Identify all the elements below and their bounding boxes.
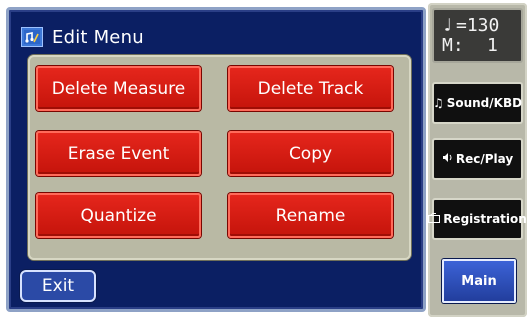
sound-kbd-button[interactable]: ♫ Sound/KBD [432, 82, 523, 124]
tempo-row: ♩ =130 [442, 17, 499, 35]
registration-button[interactable]: Registration [428, 198, 527, 240]
speaker-icon [442, 152, 453, 166]
screen-title-row: Edit Menu [21, 24, 144, 50]
rename-button[interactable]: Rename [228, 193, 393, 238]
exit-button[interactable]: Exit [20, 270, 96, 302]
delete-measure-button[interactable]: Delete Measure [36, 66, 201, 111]
page-title: Edit Menu [52, 26, 144, 48]
measure-row: M: 1 [442, 37, 498, 55]
note-edit-icon [21, 27, 43, 47]
rec-play-button[interactable]: Rec/Play [432, 138, 523, 180]
erase-event-button[interactable]: Erase Event [36, 131, 201, 176]
device-panel: Edit Menu Delete Measure Delete Track Er… [0, 0, 529, 320]
main-button[interactable]: Main [442, 259, 516, 303]
quantize-button[interactable]: Quantize [36, 193, 201, 238]
quarter-note-icon: ♩ [442, 15, 453, 36]
tempo-value: =130 [456, 15, 500, 36]
sound-kbd-label: Sound/KBD [446, 96, 523, 110]
measure-label: M: [442, 35, 464, 56]
copy-button[interactable]: Copy [228, 131, 393, 176]
tempo-display: ♩ =130 M: 1 [432, 8, 523, 63]
music-note-icon: ♫ [432, 96, 444, 110]
measure-value: 1 [487, 35, 498, 56]
registration-label: Registration [443, 212, 527, 226]
rec-play-label: Rec/Play [455, 152, 514, 166]
delete-track-button[interactable]: Delete Track [228, 66, 393, 111]
registration-icon [428, 212, 441, 226]
